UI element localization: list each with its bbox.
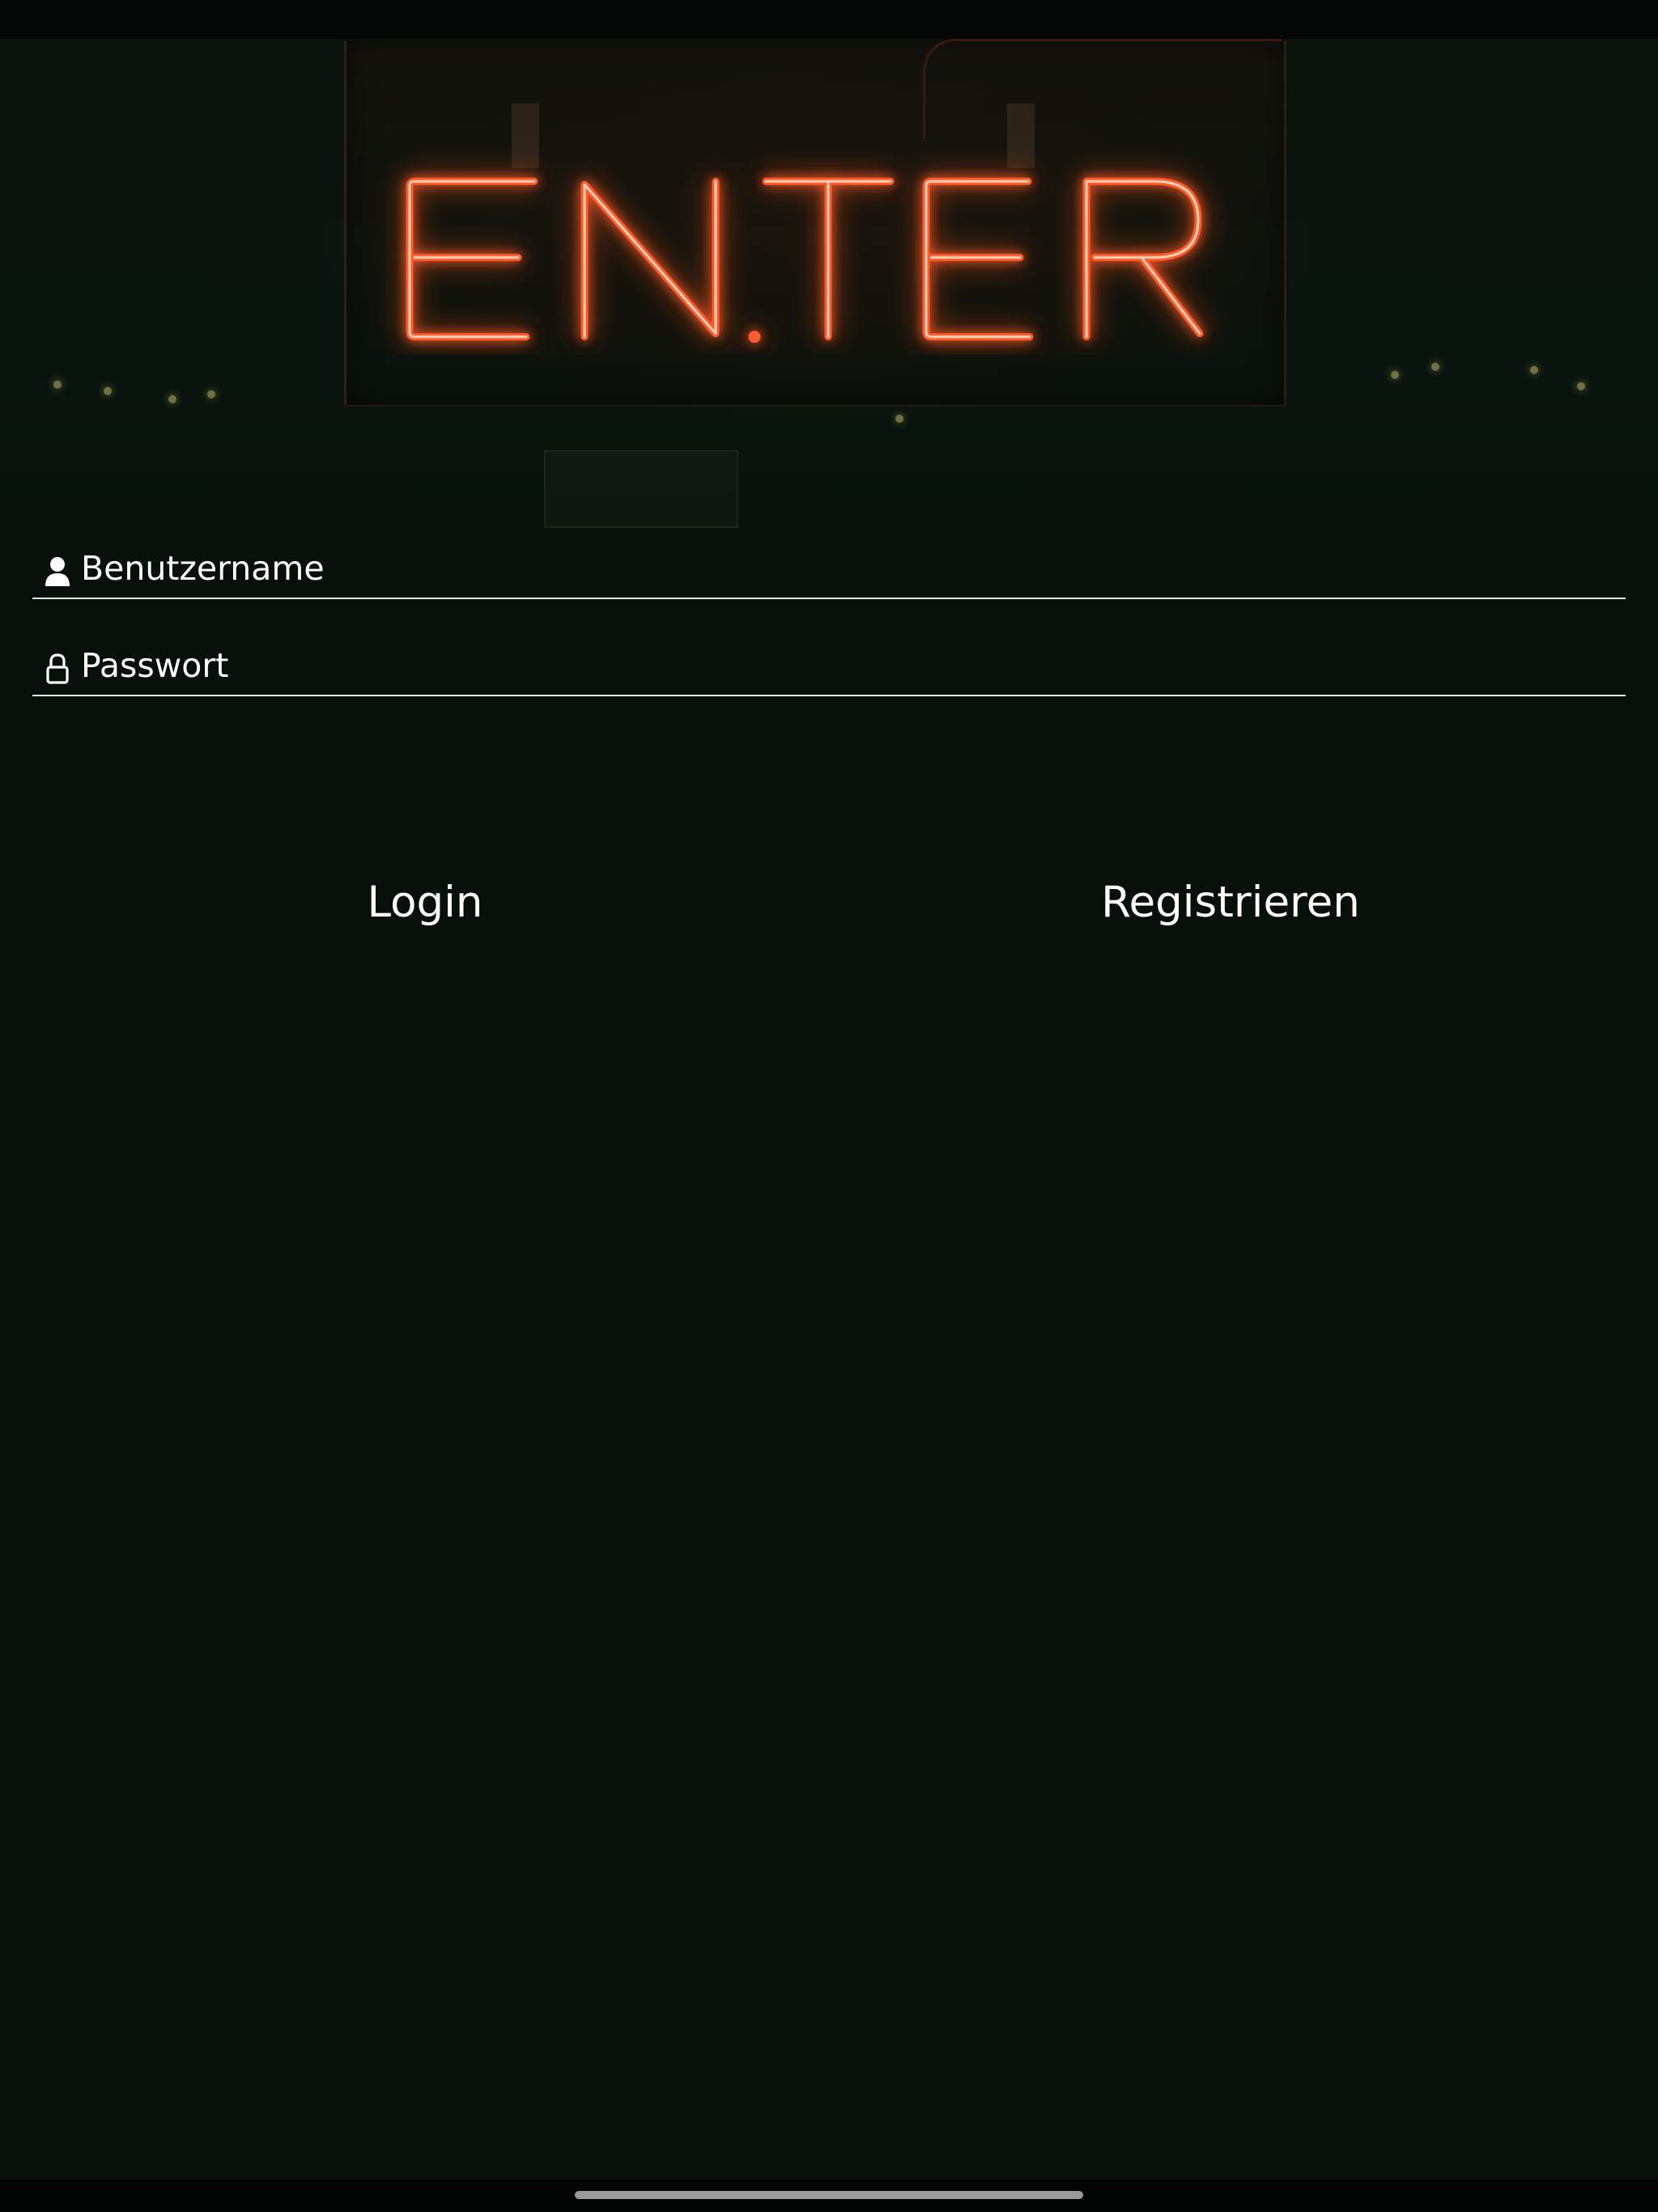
password-field[interactable] (32, 636, 1626, 696)
sign-wire (923, 39, 1282, 138)
password-input[interactable] (81, 641, 1603, 690)
hero-image (0, 39, 1658, 606)
username-field[interactable] (32, 539, 1626, 599)
status-bar (0, 0, 1658, 39)
background-plaque (544, 450, 738, 528)
home-indicator[interactable] (575, 2191, 1083, 2199)
neon-enter-sign (406, 177, 1204, 343)
person-icon (44, 555, 71, 588)
lock-icon (44, 653, 71, 685)
login-button[interactable]: Login (308, 870, 542, 935)
register-button[interactable]: Registrieren (1077, 870, 1384, 935)
username-input[interactable] (81, 544, 1603, 593)
